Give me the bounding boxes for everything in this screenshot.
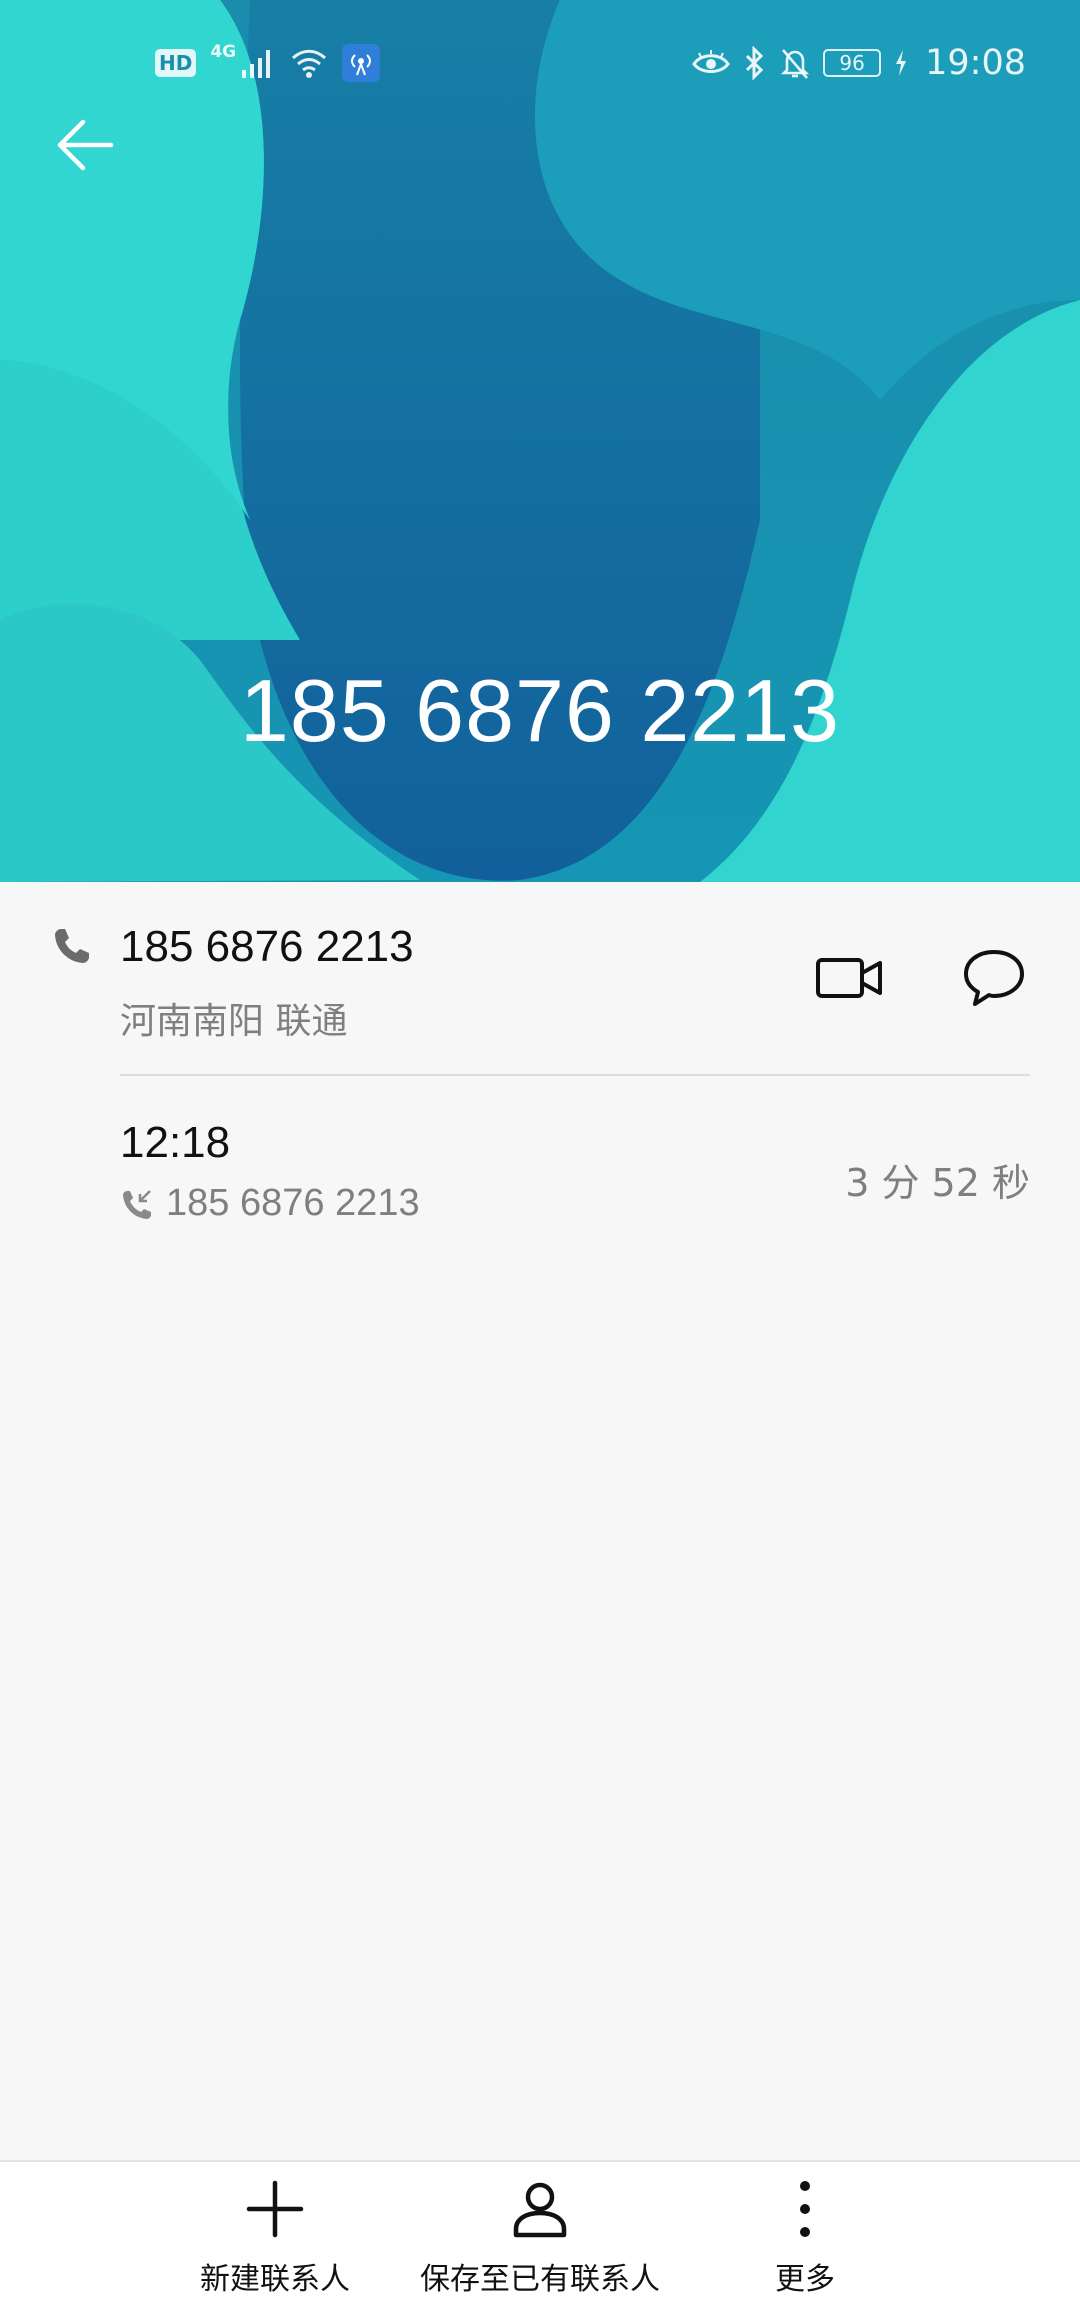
more-vertical-icon [800, 2181, 810, 2237]
mute-bell-icon [780, 49, 810, 79]
call-time: 12:18 [120, 1118, 231, 1167]
hotspot-icon [342, 44, 381, 82]
wifi-icon [292, 49, 327, 78]
contact-number-row[interactable] [0, 882, 1080, 1077]
status-time: 19:08 [925, 43, 1026, 83]
contact-number: 185 6876 2213 [120, 922, 414, 971]
back-button[interactable] [48, 108, 122, 182]
save-to-existing-contact-button[interactable]: 保存至已有联系人 [410, 2162, 670, 2310]
chat-bubble-icon [964, 950, 1024, 1006]
bottom-toolbar: 新建联系人 保存至已有联系人 更多 [0, 2160, 1080, 2310]
signal-icon [242, 50, 271, 78]
header-phone-number: 185 6876 2213 [239, 661, 841, 760]
new-contact-label: 新建联系人 [200, 2262, 350, 2297]
person-icon [513, 2182, 567, 2238]
phone-icon [55, 929, 89, 963]
plus-icon [246, 2180, 304, 2238]
back-arrow-icon [57, 119, 114, 171]
call-duration: 3 分 52 秒 [845, 1161, 1030, 1205]
more-button[interactable]: 更多 [710, 2162, 900, 2310]
video-camera-icon [816, 958, 882, 998]
number-location: 河南南阳 联通 [120, 1001, 348, 1042]
network-type-label: 4G [210, 42, 237, 62]
hd-voice-icon: HD [155, 49, 197, 77]
new-contact-button[interactable]: 新建联系人 [170, 2162, 380, 2310]
more-label: 更多 [775, 2262, 835, 2297]
eye-comfort-icon [692, 50, 730, 73]
charging-icon [896, 50, 907, 76]
call-number: 185 6876 2213 [166, 1182, 420, 1224]
message-button[interactable] [958, 942, 1030, 1014]
header-banner: HD 4G 96 19:08 185 6876 2213 [0, 0, 1080, 882]
battery-icon: 96 [823, 49, 882, 77]
video-call-button[interactable] [810, 948, 890, 1008]
status-bar: HD 4G 96 19:08 [0, 0, 1080, 120]
divider [120, 1074, 1030, 1076]
call-detail-screen: HD 4G 96 19:08 185 6876 2213 185 6876 22… [0, 0, 1080, 2310]
bluetooth-icon [746, 46, 764, 80]
save-to-existing-label: 保存至已有联系人 [420, 2262, 660, 2297]
incoming-call-icon [123, 1190, 151, 1219]
